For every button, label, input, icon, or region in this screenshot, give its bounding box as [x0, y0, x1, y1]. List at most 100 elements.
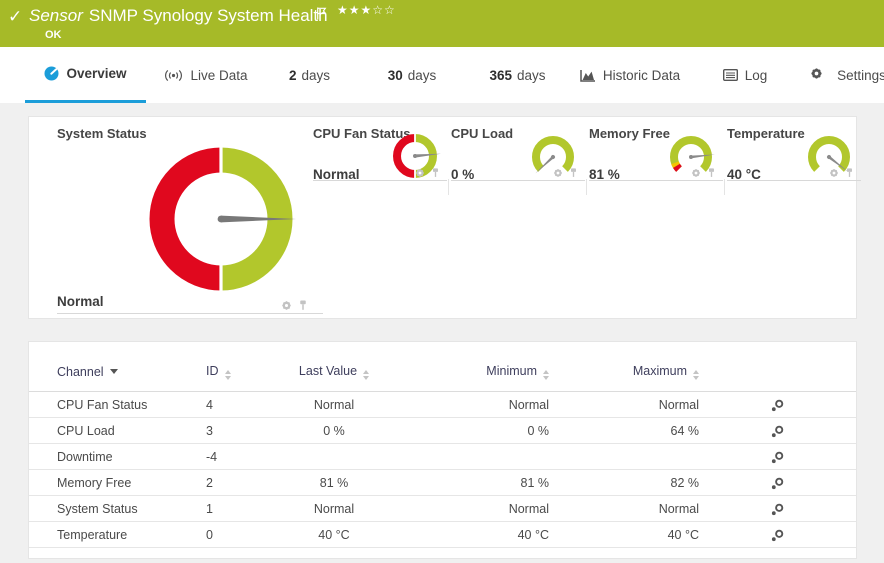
channel-last-value: Normal — [269, 392, 399, 418]
column-header-actions — [699, 342, 856, 392]
channel-settings-icon[interactable] — [771, 399, 784, 412]
stars-empty: ☆☆ — [372, 3, 396, 17]
sort-icon — [543, 370, 549, 380]
channel-settings-icon[interactable] — [771, 503, 784, 516]
channel-minimum — [399, 444, 549, 470]
channel-id: 4 — [206, 392, 269, 418]
tab-log[interactable]: Log — [710, 47, 780, 103]
table-row: Temperature 0 40 °C 40 °C 40 °C — [29, 522, 856, 548]
channel-settings-icon[interactable] — [771, 477, 784, 490]
gauge-settings-icon[interactable] — [415, 168, 425, 178]
channel-minimum: 0 % — [399, 418, 549, 444]
table-row: CPU Load 3 0 % 0 % 64 % — [29, 418, 856, 444]
gauges-panel: System Status Normal CPU Fan Status Norm… — [28, 116, 857, 319]
channel-settings-icon[interactable] — [771, 451, 784, 464]
channel-maximum — [549, 444, 699, 470]
channel-last-value: 81 % — [269, 470, 399, 496]
gauge-pin-icon[interactable] — [845, 168, 854, 178]
tab-label: Settings — [837, 68, 884, 83]
channel-id: 0 — [206, 522, 269, 548]
stars-filled: ★★★ — [337, 3, 372, 17]
tab-live-data[interactable]: Live Data — [160, 47, 252, 103]
settings-gear-icon — [810, 67, 830, 83]
gauge-title-cpu-load: CPU Load — [451, 126, 513, 141]
tab-historic-data[interactable]: Historic Data — [570, 47, 690, 103]
table-row: System Status 1 Normal Normal Normal — [29, 496, 856, 522]
channel-last-value: 0 % — [269, 418, 399, 444]
tab-label: days — [517, 68, 546, 83]
gauge-value-system-status: Normal — [57, 294, 104, 309]
table-header-row: Channel ID Last Value Minimum Maximum — [29, 342, 856, 392]
column-header-minimum[interactable]: Minimum — [399, 342, 549, 392]
tab-settings[interactable]: Settings — [812, 47, 884, 103]
channel-maximum: 82 % — [549, 470, 699, 496]
channel-minimum: Normal — [399, 496, 549, 522]
tab-label: Log — [745, 68, 768, 83]
table-row: Memory Free 2 81 % 81 % 82 % — [29, 470, 856, 496]
tab-label: Overview — [66, 66, 126, 81]
priority-stars[interactable]: ★★★☆☆ — [337, 3, 396, 17]
gauge-settings-icon[interactable] — [829, 168, 839, 178]
log-icon — [723, 69, 738, 81]
gauge-pin-icon[interactable] — [569, 168, 578, 178]
gauge-title-memory-free: Memory Free — [589, 126, 670, 141]
gauge-title-temperature: Temperature — [727, 126, 805, 141]
column-header-maximum[interactable]: Maximum — [549, 342, 699, 392]
sort-icon — [225, 370, 231, 380]
channel-name: CPU Load — [29, 418, 206, 444]
divider — [313, 180, 447, 181]
tab-overview[interactable]: Overview — [25, 47, 146, 103]
sort-desc-icon — [110, 369, 118, 374]
channels-table-card: Channel ID Last Value Minimum Maximum CP… — [28, 341, 857, 559]
tab-label: days — [301, 68, 330, 83]
channel-maximum: Normal — [549, 496, 699, 522]
gauge-pin-icon[interactable] — [707, 168, 716, 178]
table-row: Downtime -4 — [29, 444, 856, 470]
channel-id: -4 — [206, 444, 269, 470]
channel-settings-icon[interactable] — [771, 425, 784, 438]
channel-maximum: 40 °C — [549, 522, 699, 548]
sensor-header: ✓ SensorSNMP Synology System Health ★★★☆… — [0, 0, 884, 47]
channel-maximum: Normal — [549, 392, 699, 418]
channel-name: System Status — [29, 496, 206, 522]
tab-2-days[interactable]: 2days — [272, 47, 347, 103]
flag-icon — [316, 7, 327, 25]
gauge-pin-icon[interactable] — [298, 300, 308, 311]
object-kind-label: Sensor — [29, 6, 83, 25]
gauge-cell-memory-free: Memory Free 81 % — [589, 117, 727, 199]
gauge-settings-icon[interactable] — [691, 168, 701, 178]
tab-30-days[interactable]: 30days — [367, 47, 457, 103]
channel-id: 1 — [206, 496, 269, 522]
channel-minimum: Normal — [399, 392, 549, 418]
channel-maximum: 64 % — [549, 418, 699, 444]
sort-icon — [363, 370, 369, 380]
channel-id: 2 — [206, 470, 269, 496]
channel-minimum: 81 % — [399, 470, 549, 496]
gauge-cell-cpu-fan-status: CPU Fan Status Normal — [313, 117, 451, 199]
divider — [451, 180, 585, 181]
divider — [727, 180, 861, 181]
channel-name: Memory Free — [29, 470, 206, 496]
channel-settings-icon[interactable] — [771, 529, 784, 542]
channel-last-value — [269, 444, 399, 470]
sort-icon — [693, 370, 699, 380]
channel-id: 3 — [206, 418, 269, 444]
gauge-title-system-status: System Status — [57, 126, 147, 141]
column-header-last-value[interactable]: Last Value — [269, 342, 399, 392]
tab-365-days[interactable]: 365days — [470, 47, 565, 103]
sensor-title: SNMP Synology System Health — [89, 6, 328, 25]
tab-label: Historic Data — [603, 68, 680, 83]
system-status-gauge[interactable] — [141, 139, 301, 299]
table-row: CPU Fan Status 4 Normal Normal Normal — [29, 392, 856, 418]
gauge-settings-icon[interactable] — [281, 300, 292, 311]
channel-minimum: 40 °C — [399, 522, 549, 548]
tab-label: days — [408, 68, 437, 83]
gauge-cell-temperature: Temperature 40 °C — [727, 117, 865, 199]
gauge-pin-icon[interactable] — [431, 168, 440, 178]
column-header-id[interactable]: ID — [206, 342, 269, 392]
column-header-channel[interactable]: Channel — [29, 342, 206, 392]
channel-last-value: 40 °C — [269, 522, 399, 548]
gauge-settings-icon[interactable] — [553, 168, 563, 178]
historic-data-chart-icon — [580, 69, 596, 82]
channel-name: CPU Fan Status — [29, 392, 206, 418]
